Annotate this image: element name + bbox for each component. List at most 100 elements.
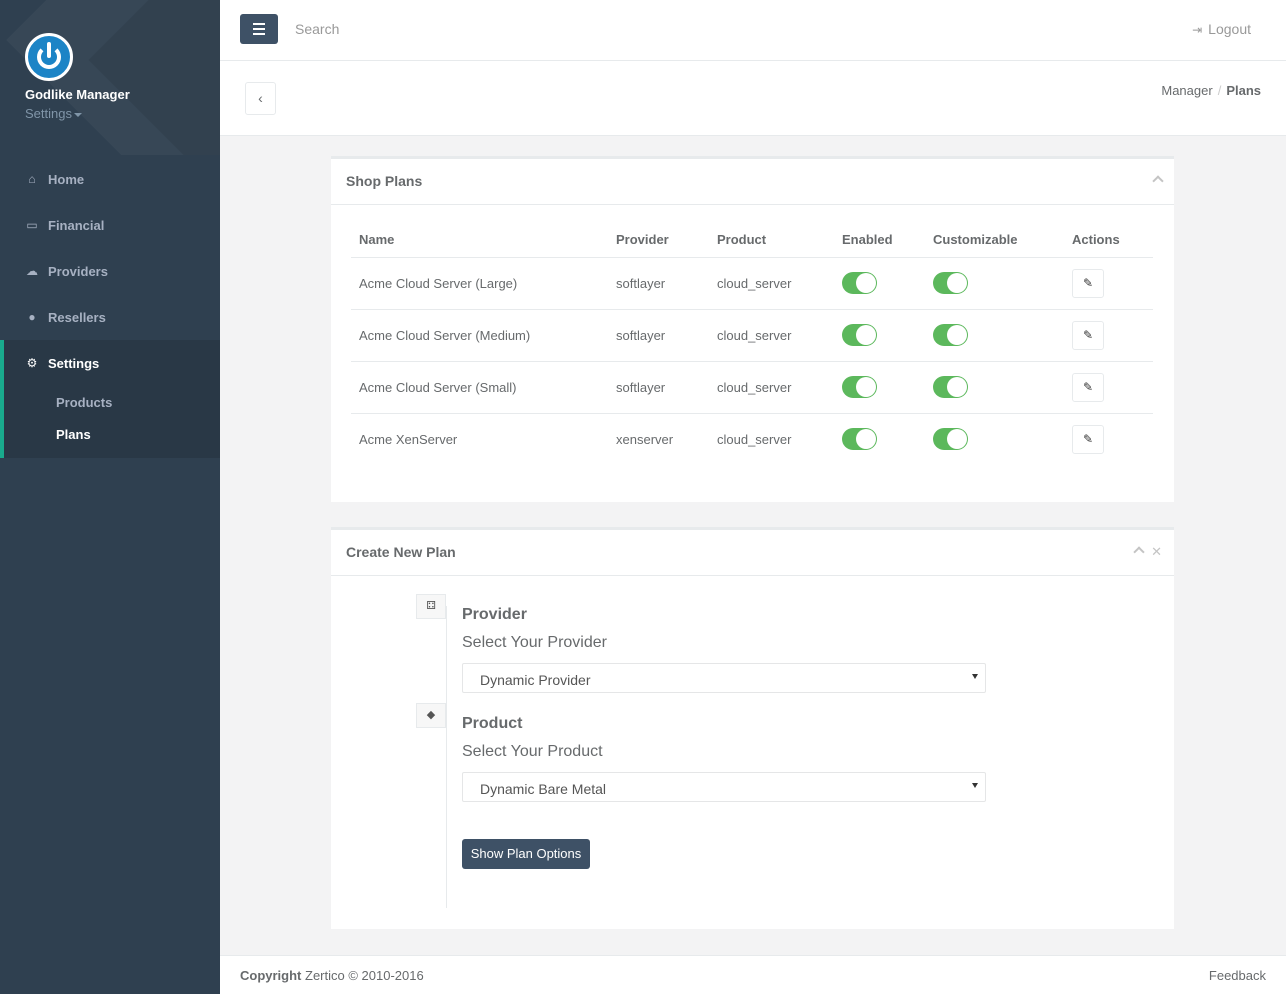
shop-plans-table: Name Provider Product Enabled Customizab… [351, 223, 1153, 465]
sidebar-item-label: Home [48, 171, 85, 187]
user-icon: ● [28, 310, 36, 324]
sidebar-item-label: Financial [48, 217, 105, 233]
sidebar-subitem-products[interactable]: Products [4, 386, 220, 418]
edit-button[interactable]: ✎ [1072, 424, 1104, 454]
column-header: Product [709, 223, 834, 258]
dropdown-arrow-icon [972, 674, 978, 679]
provider-select[interactable]: Dynamic Provider [462, 663, 986, 693]
footer: Copyright Zertico © 2010-2016 Feedback [220, 955, 1286, 994]
search-input[interactable]: Search [295, 21, 339, 37]
plan-provider: softlayer [608, 361, 709, 414]
table-row: Acme Cloud Server (Medium) softlayer clo… [351, 309, 1153, 362]
profile-header: Godlike Manager Settings [0, 0, 220, 155]
table-row: Acme Cloud Server (Small) softlayer clou… [351, 361, 1153, 414]
product-select-value: Dynamic Bare Metal [480, 781, 607, 797]
sidebar-subitem-label: Plans [56, 426, 91, 442]
product-heading: Product [462, 715, 523, 732]
show-plan-options-button[interactable]: Show Plan Options [462, 839, 590, 869]
home-icon: ⌂ [28, 172, 36, 186]
profile-dropdown[interactable]: Settings [25, 106, 82, 121]
plan-product: cloud_server [709, 257, 834, 310]
column-header: Customizable [925, 223, 1064, 258]
breadcrumb-separator: / [1217, 83, 1222, 98]
enabled-toggle[interactable] [842, 324, 877, 346]
plan-name: Acme Cloud Server (Medium) [351, 309, 608, 362]
panel-title: Create New Plan ✕ [331, 530, 1174, 576]
caret-down-icon [73, 112, 82, 117]
provider-step: Provider Select Your Provider Dynamic Pr… [462, 606, 986, 693]
pencil-icon: ✎ [1082, 379, 1094, 394]
customizable-toggle[interactable] [933, 324, 968, 346]
logout-link[interactable]: ⇥ Logout [1192, 21, 1251, 37]
logout-label: Logout [1208, 21, 1251, 37]
hamburger-icon-bar [253, 28, 265, 30]
copyright-label: Copyright [240, 968, 302, 983]
sidebar-subitem-label: Products [56, 394, 113, 410]
provider-heading: Provider [462, 606, 527, 623]
customizable-toggle[interactable] [933, 428, 968, 451]
plan-product: cloud_server [709, 361, 834, 414]
profile-name: Godlike Manager [25, 87, 130, 102]
product-select[interactable]: Dynamic Bare Metal [462, 772, 986, 802]
plan-name: Acme Cloud Server (Small) [351, 361, 608, 414]
customizable-toggle[interactable] [933, 272, 968, 294]
menu-toggle-button[interactable] [240, 14, 278, 44]
sidebar-item-home[interactable]: ⌂ Home [0, 156, 220, 202]
column-header: Name [351, 223, 608, 258]
sidebar-item-settings[interactable]: ⚙ Settings [4, 340, 220, 386]
enabled-toggle[interactable] [842, 376, 877, 398]
back-button[interactable]: ‹ [245, 82, 276, 115]
page-heading: ‹ Manager / Plans [220, 61, 1286, 136]
collapse-icon[interactable] [1133, 546, 1145, 558]
enabled-toggle[interactable] [842, 272, 877, 294]
create-plan-panel: Create New Plan ✕ ⚃ Provider Select Your… [331, 527, 1174, 929]
plan-provider: xenserver [616, 431, 674, 447]
credit-card-icon: ▭ [26, 218, 38, 232]
copyright-text: Zertico © 2010-2016 [305, 968, 424, 983]
hamburger-icon-bar [253, 33, 265, 35]
table-row: Acme XenServer xenserver cloud_server ✎ [351, 413, 1153, 465]
sidebar-item-label: Providers [48, 263, 108, 279]
breadcrumb-item-manager[interactable]: Manager [1161, 83, 1212, 98]
collapse-icon[interactable] [1152, 175, 1164, 187]
plan-product: cloud_server [717, 431, 792, 447]
close-icon[interactable]: ✕ [1151, 544, 1162, 559]
panel-title: Shop Plans [331, 159, 1174, 205]
column-header: Actions [1064, 223, 1153, 258]
cubes-icon: ⚃ [416, 594, 446, 619]
sidebar-section-settings: ⚙ Settings Products Plans [0, 340, 220, 458]
top-navbar: Search ⇥ Logout [220, 0, 1286, 61]
column-header: Enabled [834, 223, 925, 258]
plan-provider: softlayer [608, 309, 709, 362]
pencil-icon: ✎ [1082, 275, 1094, 290]
breadcrumb-item-current: Plans [1226, 83, 1261, 98]
pencil-icon: ✎ [1082, 327, 1094, 342]
plan-product: cloud_server [709, 309, 834, 362]
plan-provider: softlayer [608, 257, 709, 310]
sidebar-item-resellers[interactable]: ● Resellers [0, 294, 220, 340]
customizable-toggle[interactable] [933, 376, 968, 398]
edit-button[interactable]: ✎ [1072, 320, 1104, 350]
table-row: Acme Cloud Server (Large) softlayer clou… [351, 257, 1153, 310]
product-step: Product Select Your Product Dynamic Bare… [462, 715, 986, 802]
hamburger-icon [253, 23, 265, 25]
cloud-icon: ☁ [26, 264, 38, 278]
sidebar-item-financial[interactable]: ▭ Financial [0, 202, 220, 248]
power-logo-icon [25, 33, 73, 81]
sidebar-item-label: Settings [48, 355, 100, 371]
sidebar-subitem-plans[interactable]: Plans [4, 418, 220, 458]
edit-button[interactable]: ✎ [1072, 268, 1104, 298]
sidebar-item-providers[interactable]: ☁ Providers [0, 248, 220, 294]
provider-select-value: Dynamic Provider [480, 672, 591, 688]
profile-dropdown-label: Settings [25, 106, 72, 121]
feedback-link[interactable]: Feedback [1209, 968, 1266, 983]
chevron-left-icon: ‹ [258, 90, 263, 106]
pencil-icon: ✎ [1082, 431, 1094, 446]
breadcrumb: Manager / Plans [1161, 83, 1261, 98]
plan-name: Acme Cloud Server (Large) [351, 257, 608, 310]
product-select-label: Select Your Product [462, 743, 603, 760]
dropdown-arrow-icon [972, 783, 978, 788]
shop-plans-title: Shop Plans [346, 173, 423, 189]
enabled-toggle[interactable] [842, 428, 877, 451]
edit-button[interactable]: ✎ [1072, 372, 1104, 402]
